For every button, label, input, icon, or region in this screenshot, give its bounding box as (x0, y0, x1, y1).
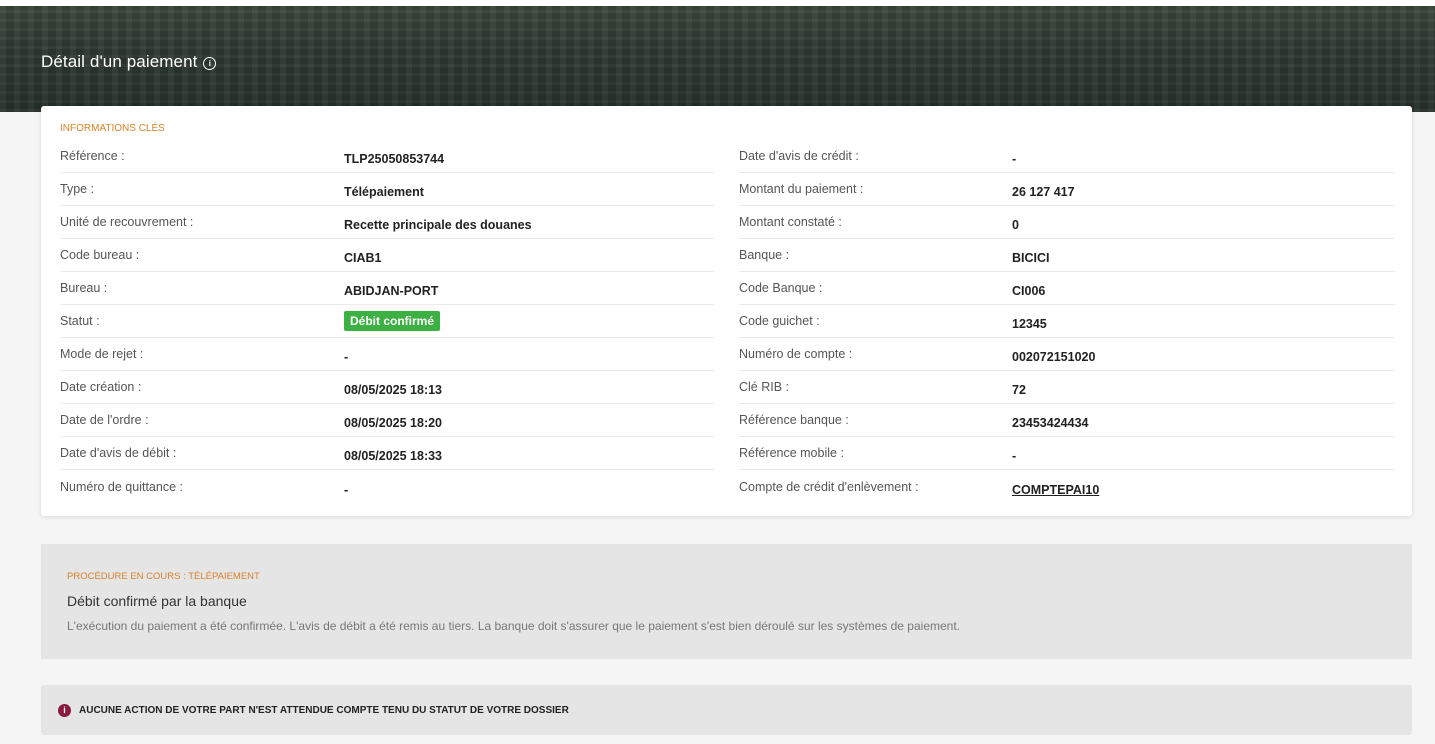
field-value: - (344, 350, 349, 364)
field-label: Montant constaté : (739, 215, 842, 229)
field-value: - (1012, 449, 1017, 463)
field-row-branch-code: Code guichet : 12345 (739, 305, 1395, 338)
field-value: 26 127 417 (1012, 185, 1075, 199)
field-label: Code Banque : (739, 281, 823, 295)
notice-bar: i AUCUNE ACTION DE VOTRE PART N'EST ATTE… (41, 685, 1412, 735)
field-value: 08/05/2025 18:13 (344, 383, 443, 397)
field-label: Code bureau : (60, 248, 140, 262)
field-label: Montant du paiement : (739, 182, 864, 196)
field-row-rib-key: Clé RIB : 72 (739, 371, 1395, 404)
field-row-payment-amount: Montant du paiement : 26 127 417 (739, 173, 1395, 206)
page-title: Détail d'un paiement i (41, 52, 217, 72)
procedure-title: Débit confirmé par la banque (67, 593, 247, 609)
field-row-credit-notice-date: Date d'avis de crédit : - (739, 140, 1395, 173)
field-label: Compte de crédit d'enlèvement : (739, 479, 919, 494)
info-circle-icon: i (58, 703, 71, 717)
field-label: Banque : (739, 248, 790, 262)
field-value: 12345 (1012, 317, 1047, 331)
field-label: Référence : (60, 149, 125, 163)
procedure-panel: PROCÉDURE EN COURS : TÉLÉPAIEMENT Débit … (41, 544, 1412, 659)
field-value: 08/05/2025 18:33 (344, 449, 443, 463)
field-row-mobile-reference: Référence mobile : - (739, 437, 1395, 470)
field-row-bank: Banque : BICICI (739, 239, 1395, 272)
field-row-office-code: Code bureau : CIAB1 (60, 239, 714, 272)
field-label: Référence banque : (739, 413, 849, 427)
procedure-description: L'exécution du paiement a été confirmée.… (67, 619, 961, 633)
field-label: Numéro de compte : (739, 347, 853, 361)
status-value: Débit confirmé (344, 311, 441, 331)
info-icon[interactable]: i (203, 57, 217, 70)
field-row-account-number: Numéro de compte : 002072151020 (739, 338, 1395, 371)
field-label: Date d'avis de débit : (60, 446, 177, 460)
field-label: Clé RIB : (739, 380, 790, 394)
field-row-rejection-mode: Mode de rejet : - (60, 338, 714, 371)
field-row-reference: Référence : TLP25050853744 (60, 140, 714, 173)
page-title-text: Détail d'un paiement (41, 52, 198, 71)
field-value: TLP25050853744 (344, 152, 445, 166)
field-label: Numéro de quittance : (60, 479, 183, 494)
field-label: Référence mobile : (739, 446, 844, 460)
field-row-removal-credit-account: Compte de crédit d'enlèvement : COMPTEPA… (739, 470, 1395, 503)
field-label: Bureau : (60, 281, 108, 295)
field-label: Code guichet : (739, 314, 820, 328)
header-banner: Détail d'un paiement i (0, 0, 1435, 112)
field-row-bank-code: Code Banque : CI006 (739, 272, 1395, 305)
field-value: 23453424434 (1012, 416, 1089, 430)
field-value: ABIDJAN-PORT (344, 284, 439, 298)
field-value: 0 (1012, 218, 1019, 232)
field-row-creation-date: Date création : 08/05/2025 18:13 (60, 371, 714, 404)
key-info-section-label: INFORMATIONS CLÉS (60, 123, 165, 134)
field-label: Type : (60, 182, 95, 196)
key-info-left-column: Référence : TLP25050853744 Type : Télépa… (60, 140, 714, 503)
procedure-label: PROCÉDURE EN COURS : TÉLÉPAIEMENT (67, 571, 260, 582)
field-row-office: Bureau : ABIDJAN-PORT (60, 272, 714, 305)
field-label: Mode de rejet : (60, 347, 144, 361)
notice-text: AUCUNE ACTION DE VOTRE PART N'EST ATTEND… (79, 704, 569, 716)
field-label: Unité de recouvrement : (60, 215, 194, 229)
field-value: Recette principale des douanes (344, 218, 532, 232)
key-info-card: INFORMATIONS CLÉS Référence : TLP2505085… (41, 106, 1412, 516)
field-row-type: Type : Télépaiement (60, 173, 714, 206)
field-row-recorded-amount: Montant constaté : 0 (739, 206, 1395, 239)
field-row-bank-reference: Référence banque : 23453424434 (739, 404, 1395, 437)
field-value: 002072151020 (1012, 350, 1096, 364)
field-row-status: Statut : Débit confirmé (60, 305, 714, 338)
field-value: CIAB1 (344, 251, 382, 265)
field-label: Date création : (60, 380, 142, 394)
field-row-order-date: Date de l'ordre : 08/05/2025 18:20 (60, 404, 714, 437)
field-value: - (344, 482, 349, 497)
field-row-debit-notice-date: Date d'avis de débit : 08/05/2025 18:33 (60, 437, 714, 470)
field-label: Date de l'ordre : (60, 413, 149, 427)
field-label: Statut : (60, 314, 100, 328)
key-info-right-column: Date d'avis de crédit : - Montant du pai… (739, 140, 1395, 503)
banner-top-strip (0, 0, 1435, 6)
field-value: BICICI (1012, 251, 1050, 265)
status-badge: Débit confirmé (344, 311, 441, 331)
field-value: 08/05/2025 18:20 (344, 416, 443, 430)
field-value: - (1012, 152, 1017, 166)
field-label: Date d'avis de crédit : (739, 149, 859, 163)
field-value: CI006 (1012, 284, 1046, 298)
field-value: 72 (1012, 383, 1026, 397)
removal-credit-account-link[interactable]: COMPTEPAI10 (1012, 477, 1099, 497)
field-row-recovery-unit: Unité de recouvrement : Recette principa… (60, 206, 714, 239)
field-row-receipt-number: Numéro de quittance : - (60, 470, 714, 503)
field-value: Télépaiement (344, 185, 424, 199)
